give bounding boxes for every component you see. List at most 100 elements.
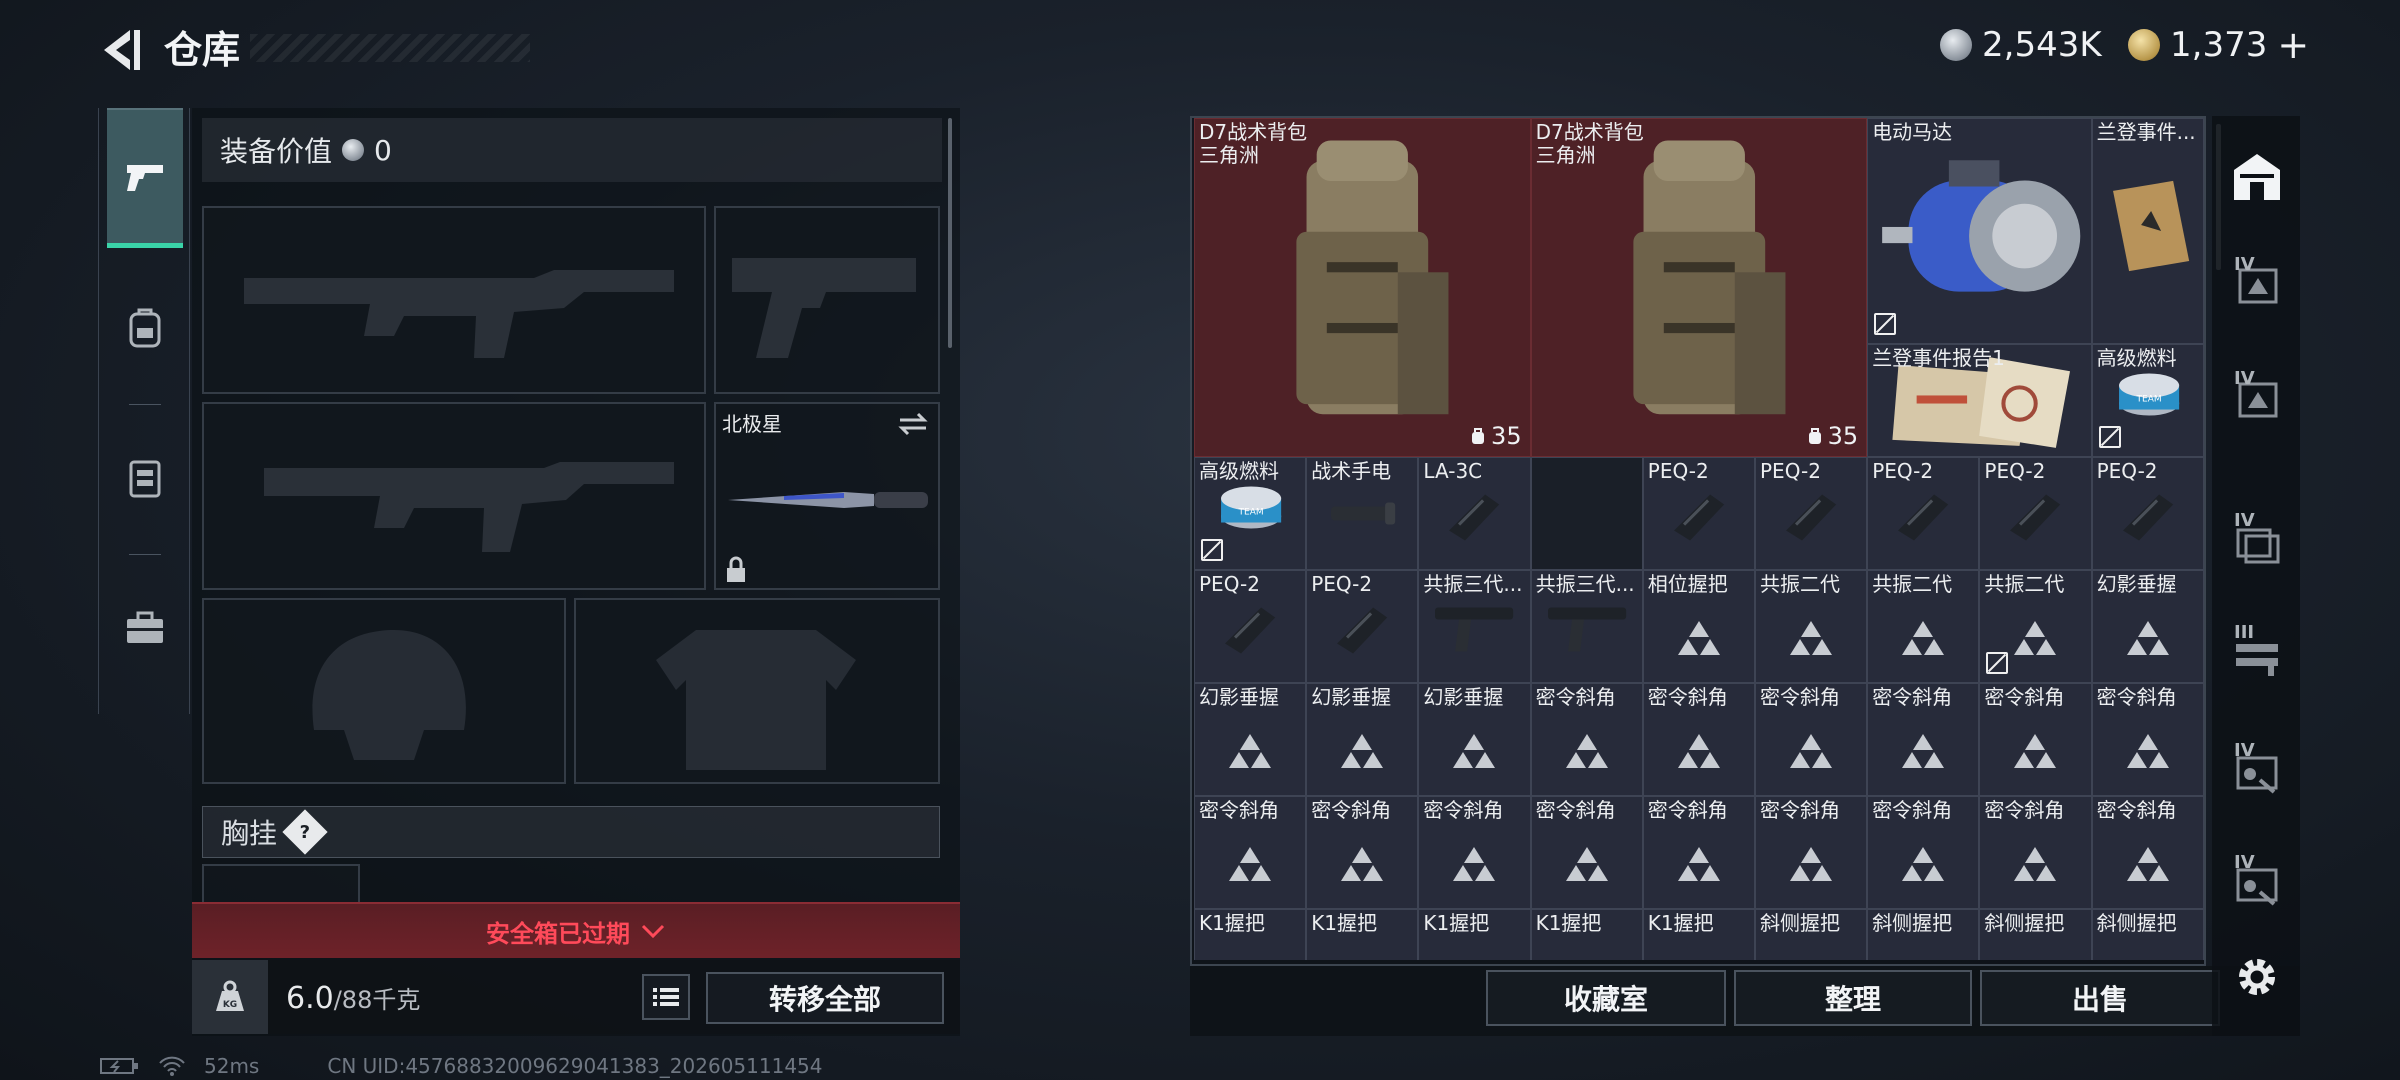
swap-icon[interactable] (896, 410, 930, 438)
item-name: 密令斜角 (1311, 799, 1392, 822)
pistol-slot[interactable] (714, 206, 940, 394)
tab-weapons[interactable] (107, 108, 183, 248)
melee-slot[interactable]: 北极星 (714, 402, 940, 590)
item-name: 共振二代 (1984, 573, 2065, 596)
storage-item[interactable]: 密令斜角 (1755, 796, 1868, 909)
storage-item[interactable]: PEQ-2 (1755, 457, 1868, 570)
storage-item[interactable]: 斜侧握把 (1979, 909, 2092, 960)
settings-gear-icon[interactable] (2230, 950, 2284, 1004)
storage-item[interactable]: TEAM 高级燃料 (1194, 457, 1307, 570)
item-name: K1握把 (1647, 912, 1714, 935)
storage-item[interactable]: 密令斜角 (1642, 683, 1755, 796)
helmet-slot[interactable] (202, 598, 566, 784)
storage-item[interactable]: 战术手电 (1306, 457, 1419, 570)
storage-item[interactable]: 密令斜角 (1418, 796, 1531, 909)
svg-text:TEAM: TEAM (2135, 395, 2161, 405)
item-name: 密令斜角 (1984, 686, 2065, 709)
storage-item[interactable]: K1握把 (1642, 909, 1755, 960)
container-tab-2[interactable]: IV (2230, 368, 2284, 426)
storage-item[interactable]: 密令斜角 (2091, 796, 2204, 909)
storage-item[interactable]: 共振三代... (1418, 570, 1531, 683)
storage-item[interactable]: 共振二代 (1755, 570, 1868, 683)
storage-item[interactable]: 斜侧握把 (1755, 909, 1868, 960)
storage-item[interactable]: PEQ-2 (1867, 457, 1980, 570)
tab-chest-rig[interactable] (107, 408, 183, 548)
storage-item[interactable]: LA-3C (1418, 457, 1531, 570)
storage-item[interactable]: K1握把 (1418, 909, 1531, 960)
pistol-icon (127, 164, 163, 191)
storage-item[interactable]: 幻影垂握 (2091, 570, 2204, 683)
storage-item[interactable]: TEAM 高级燃料 (2091, 344, 2204, 457)
storage-item[interactable]: PEQ-2 (2091, 457, 2204, 570)
list-view-button[interactable] (642, 974, 690, 1020)
item-name: 密令斜角 (2096, 799, 2177, 822)
tab-backpack[interactable] (107, 258, 183, 398)
storage-item[interactable]: 密令斜角 (1867, 683, 1980, 796)
storage-item[interactable]: 斜侧握把 (2091, 909, 2204, 960)
storage-item[interactable]: K1握把 (1530, 909, 1643, 960)
chest-rig-icon (129, 460, 161, 498)
storage-item[interactable]: PEQ-2 (1979, 457, 2092, 570)
storage-item[interactable]: 共振二代 (1867, 570, 1980, 683)
storage-item[interactable]: 密令斜角 (1979, 683, 2092, 796)
container-tab-4[interactable]: III (2230, 622, 2284, 680)
storage-item[interactable]: PEQ-2 (1194, 570, 1307, 683)
storage-item[interactable]: 密令斜角 (1194, 796, 1307, 909)
tab-toolbox[interactable] (107, 558, 183, 698)
gold-currency[interactable]: 1,373 + (2128, 22, 2309, 68)
storage-item[interactable]: 共振三代... (1530, 570, 1643, 683)
storage-item[interactable]: K1握把 (1194, 909, 1307, 960)
transfer-all-button[interactable]: 转移全部 (706, 972, 944, 1024)
container-tab-6[interactable]: IV (2230, 852, 2284, 910)
storage-item[interactable]: 密令斜角 (2091, 683, 2204, 796)
container-tab-1[interactable]: IV (2230, 254, 2284, 312)
storage-item[interactable]: K1握把 (1306, 909, 1419, 960)
storage-item[interactable]: 密令斜角 (1306, 796, 1419, 909)
container-tab-5[interactable]: IV (2230, 740, 2284, 798)
storage-item[interactable]: 密令斜角 (1755, 683, 1868, 796)
add-currency-button[interactable]: + (2277, 23, 2309, 67)
collection-room-button[interactable]: 收藏室 (1486, 970, 1726, 1026)
secondary-weapon-slot[interactable] (202, 402, 706, 590)
gold-amount: 1,373 (2170, 25, 2268, 65)
melee-weapon-name: 北极星 (722, 412, 782, 436)
storage-item[interactable]: 电动马达 (1867, 118, 2092, 344)
chest-rig-label: 胸挂 (221, 817, 278, 850)
storage-item[interactable]: 密令斜角 (1979, 796, 2092, 909)
safe-box-expired-banner[interactable]: 安全箱已过期 (192, 902, 960, 958)
storage-item[interactable]: 密令斜角 (1530, 796, 1643, 909)
help-icon[interactable]: ? (282, 809, 328, 855)
storage-item[interactable]: D7战术背包 三角洲 35 (1194, 118, 1531, 457)
organize-button[interactable]: 整理 (1734, 970, 1972, 1026)
item-name: 密令斜角 (1760, 799, 1840, 822)
armor-slot[interactable] (574, 598, 940, 784)
empty-slot[interactable] (1530, 457, 1643, 570)
storage-item[interactable]: 共振二代 (1979, 570, 2092, 683)
storage-item[interactable]: 密令斜角 (1867, 796, 1980, 909)
chevron-down-icon (641, 924, 665, 939)
equip-value-label: 装备价值 (220, 135, 333, 168)
storage-item[interactable]: 幻影垂握 (1194, 683, 1307, 796)
primary-weapon-slot[interactable] (202, 206, 706, 394)
storage-item[interactable]: PEQ-2 (1306, 570, 1419, 683)
storage-item[interactable]: 幻影垂握 (1306, 683, 1419, 796)
storage-item[interactable]: PEQ-2 (1642, 457, 1755, 570)
sell-button[interactable]: 出售 (1980, 970, 2220, 1026)
item-name: K1握把 (1199, 912, 1265, 935)
storage-item[interactable]: 幻影垂握 (1418, 683, 1531, 796)
storage-item[interactable]: 兰登事件... (2091, 118, 2204, 344)
storage-item[interactable]: 斜侧握把 (1867, 909, 1980, 960)
chest-rig-slot[interactable] (202, 864, 360, 904)
storage-item[interactable]: 兰登事件报告1 (1867, 344, 2092, 457)
storage-item[interactable]: 密令斜角 (1642, 796, 1755, 909)
storage-item[interactable]: D7战术背包 三角洲 35 (1530, 118, 1868, 457)
loadout-scrollbar[interactable] (948, 118, 952, 348)
title-stripe-decoration (250, 34, 530, 62)
back-arrow-icon[interactable] (96, 24, 144, 76)
storage-item[interactable]: 相位握把 (1642, 570, 1755, 683)
container-tab-3[interactable]: IV (2230, 510, 2284, 568)
item-name: 战术手电 (1311, 460, 1392, 483)
storage-item[interactable]: 密令斜角 (1530, 683, 1643, 796)
ping-value: 52ms (204, 1054, 260, 1078)
home-storage-icon[interactable] (2230, 150, 2284, 204)
